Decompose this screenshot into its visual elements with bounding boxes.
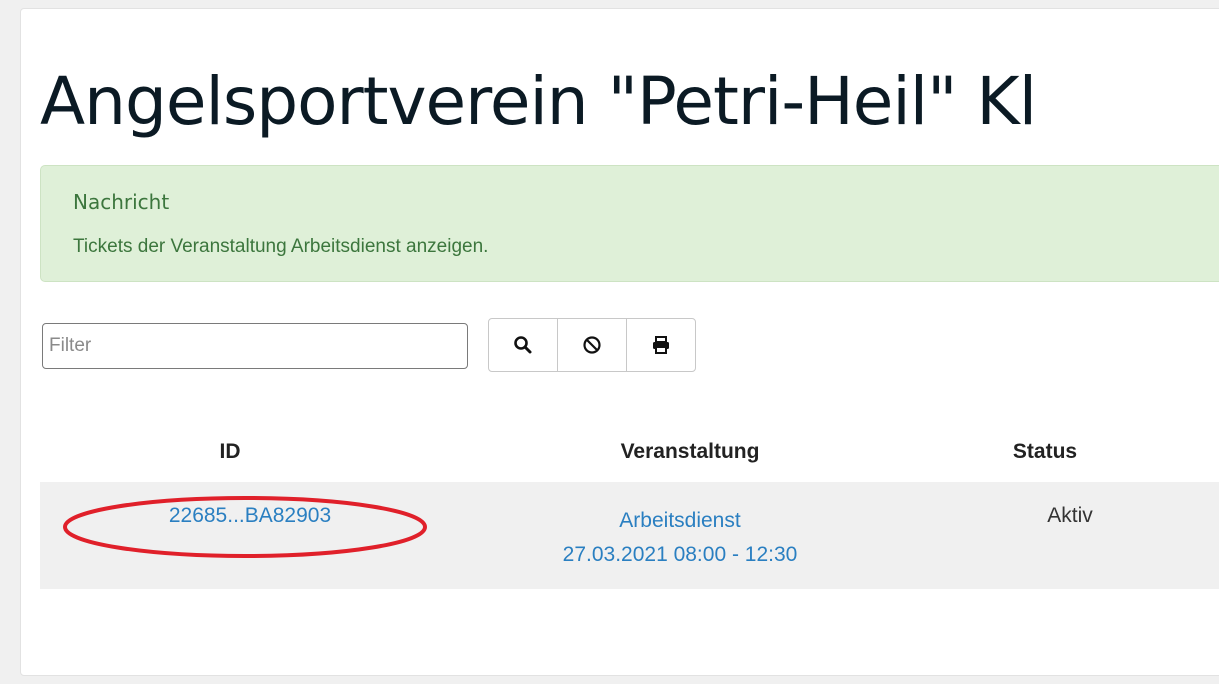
alert-title: Nachricht (73, 190, 170, 214)
filter-button-group (488, 318, 696, 372)
filter-input[interactable] (42, 323, 468, 369)
search-button[interactable] (488, 318, 558, 372)
ban-icon (583, 336, 601, 354)
column-header-status[interactable]: Status (975, 440, 1115, 464)
clear-filter-button[interactable] (557, 318, 627, 372)
search-icon (514, 336, 532, 354)
event-name: Arbeitsdienst (619, 509, 741, 532)
print-icon (653, 336, 669, 354)
alert-text: Tickets der Veranstaltung Arbeitsdienst … (73, 236, 489, 257)
event-time: 27.03.2021 08:00 - 12:30 (562, 543, 798, 566)
print-button[interactable] (626, 318, 696, 372)
status-cell: Aktiv (1047, 504, 1093, 527)
event-link[interactable]: Arbeitsdienst 27.03.2021 08:00 - 12:30 (530, 504, 830, 572)
column-header-veranstaltung[interactable]: Veranstaltung (540, 440, 840, 464)
column-header-id[interactable]: ID (160, 440, 300, 464)
highlight-ellipse-annotation (63, 496, 427, 558)
page-title: Angelsportverein "Petri-Heil" Kl (40, 63, 1037, 140)
message-alert: Nachricht Tickets der Veranstaltung Arbe… (40, 165, 1219, 282)
